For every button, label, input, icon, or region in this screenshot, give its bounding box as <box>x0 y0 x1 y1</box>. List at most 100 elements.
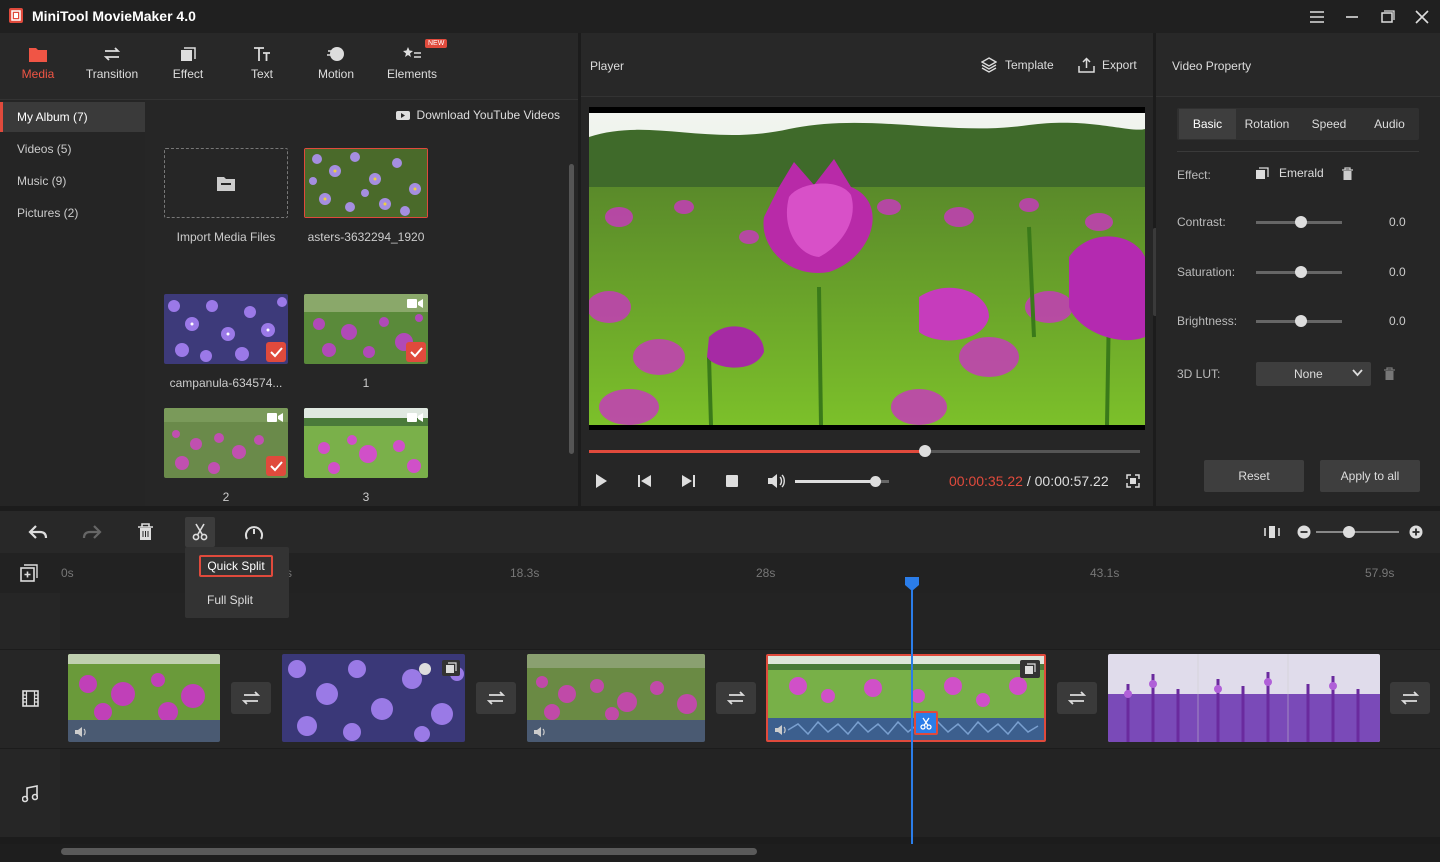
stop-icon[interactable] <box>724 473 740 489</box>
effect-icon <box>153 41 223 67</box>
media-thumb-video-2[interactable] <box>164 408 288 478</box>
lut-label: 3D LUT: <box>1177 367 1220 381</box>
transition-slot[interactable] <box>1390 682 1430 714</box>
toolbar-text[interactable]: Text <box>227 41 297 95</box>
tab-rotation[interactable]: Rotation <box>1237 109 1297 139</box>
play-icon[interactable] <box>593 473 609 489</box>
asters-image <box>305 149 428 218</box>
clip-audio-icon[interactable] <box>774 724 788 736</box>
split-button[interactable] <box>185 517 215 547</box>
tab-speed[interactable]: Speed <box>1298 109 1360 139</box>
next-frame-icon[interactable] <box>680 473 696 489</box>
volume-slider[interactable] <box>795 480 889 483</box>
media-thumb-video-1[interactable] <box>304 294 428 364</box>
full-split-option[interactable]: Full Split <box>207 593 253 607</box>
ruler-tick: 57.9s <box>1365 566 1394 580</box>
template-button[interactable]: Template <box>981 57 1054 73</box>
video-icon <box>407 412 423 423</box>
apply-to-all-button[interactable]: Apply to all <box>1320 460 1420 492</box>
transition-slot[interactable] <box>1057 682 1097 714</box>
minimize-icon[interactable] <box>1341 6 1363 28</box>
contrast-knob[interactable] <box>1295 216 1307 228</box>
zoom-slider[interactable] <box>1316 531 1399 533</box>
transition-slot[interactable] <box>476 682 516 714</box>
music-note-icon <box>22 785 60 803</box>
media-thumb-asters[interactable] <box>304 148 428 218</box>
saturation-slider[interactable] <box>1256 271 1342 274</box>
ruler-tick: 0s <box>61 566 74 580</box>
previous-frame-icon[interactable] <box>637 473 653 489</box>
split-marker-button[interactable] <box>914 711 938 735</box>
fullscreen-icon[interactable] <box>1126 474 1140 488</box>
divider <box>1177 151 1419 152</box>
timeline-clip-5[interactable] <box>1108 654 1380 742</box>
volume-knob[interactable] <box>870 476 881 487</box>
zoom-knob[interactable] <box>1343 526 1355 538</box>
total-time: 00:00:57.22 <box>1035 473 1109 489</box>
quick-split-option[interactable]: Quick Split <box>199 555 273 577</box>
media-label-video-2: 2 <box>151 490 301 504</box>
saturation-knob[interactable] <box>1295 266 1307 278</box>
video-property-panel: Video Property Basic Rotation Speed Audi… <box>1156 33 1440 506</box>
toolbar-effect[interactable]: Effect <box>153 41 223 95</box>
volume-fill <box>795 480 875 483</box>
timeline-scrollbar[interactable] <box>61 848 757 855</box>
toolbar-transition[interactable]: Transition <box>77 41 147 95</box>
timeline-clip-1[interactable] <box>68 654 220 742</box>
import-media-button[interactable] <box>164 148 288 218</box>
tab-audio[interactable]: Audio <box>1361 109 1418 139</box>
ruler-tick: 43.1s <box>1090 566 1119 580</box>
download-youtube-label: Download YouTube Videos <box>417 108 560 122</box>
toolbar-motion[interactable]: Motion <box>301 41 371 95</box>
sidebar-item-videos[interactable]: Videos (5) <box>0 134 145 164</box>
sidebar-item-music[interactable]: Music (9) <box>0 166 145 196</box>
playhead-handle[interactable] <box>905 577 919 591</box>
lut-select[interactable]: None <box>1256 362 1371 386</box>
zoom-in-icon[interactable] <box>1409 525 1423 539</box>
sidebar-item-pictures[interactable]: Pictures (2) <box>0 198 145 228</box>
contrast-slider[interactable] <box>1256 221 1342 224</box>
toolbar-media[interactable]: Media <box>3 41 73 95</box>
delete-icon[interactable] <box>137 523 154 541</box>
media-thumb-campanula[interactable] <box>164 294 288 364</box>
brightness-slider[interactable] <box>1256 320 1342 323</box>
brightness-label: Brightness: <box>1177 314 1237 328</box>
speed-icon[interactable] <box>244 523 264 541</box>
export-button[interactable]: Export <box>1078 57 1137 73</box>
fit-timeline-icon[interactable] <box>1264 524 1280 540</box>
music-track[interactable] <box>60 749 1440 837</box>
undo-icon[interactable] <box>28 523 48 541</box>
delete-effect-icon[interactable] <box>1341 167 1354 181</box>
timeline-clip-2[interactable] <box>282 654 465 742</box>
add-track-icon[interactable] <box>20 564 38 582</box>
brightness-knob[interactable] <box>1295 315 1307 327</box>
maximize-icon[interactable] <box>1376 6 1398 28</box>
tab-basic[interactable]: Basic <box>1179 109 1236 139</box>
clip-audio-icon[interactable] <box>533 726 547 738</box>
sidebar-item-my-album[interactable]: My Album (7) <box>0 102 145 132</box>
close-icon[interactable] <box>1411 6 1433 28</box>
timeline-clip-4-selected[interactable] <box>766 654 1046 742</box>
delete-lut-icon[interactable] <box>1383 367 1396 381</box>
media-label-asters: asters-3632294_1920 <box>291 230 441 244</box>
reset-button[interactable]: Reset <box>1204 460 1304 492</box>
app-logo-icon <box>9 8 23 23</box>
effect-icon <box>1256 167 1269 179</box>
transition-slot[interactable] <box>231 682 271 714</box>
media-scrollbar[interactable] <box>569 164 574 454</box>
timeline-clip-3[interactable] <box>527 654 705 742</box>
clip-audio-icon[interactable] <box>74 726 88 738</box>
video-preview[interactable] <box>589 107 1145 430</box>
transition-slot[interactable] <box>716 682 756 714</box>
menu-icon[interactable] <box>1306 6 1328 28</box>
media-thumb-video-3[interactable] <box>304 408 428 478</box>
playback-progress-knob[interactable] <box>919 445 931 457</box>
effect-label: Effect: <box>1177 168 1211 182</box>
volume-icon[interactable] <box>766 472 786 490</box>
toolbar-elements[interactable]: Elements NEW <box>377 41 447 95</box>
zoom-out-icon[interactable] <box>1297 525 1311 539</box>
download-youtube-button[interactable]: Download YouTube Videos <box>396 108 560 122</box>
brightness-value: 0.0 <box>1389 314 1406 328</box>
redo-icon[interactable] <box>82 523 102 541</box>
playback-progress-track[interactable] <box>589 450 1140 453</box>
